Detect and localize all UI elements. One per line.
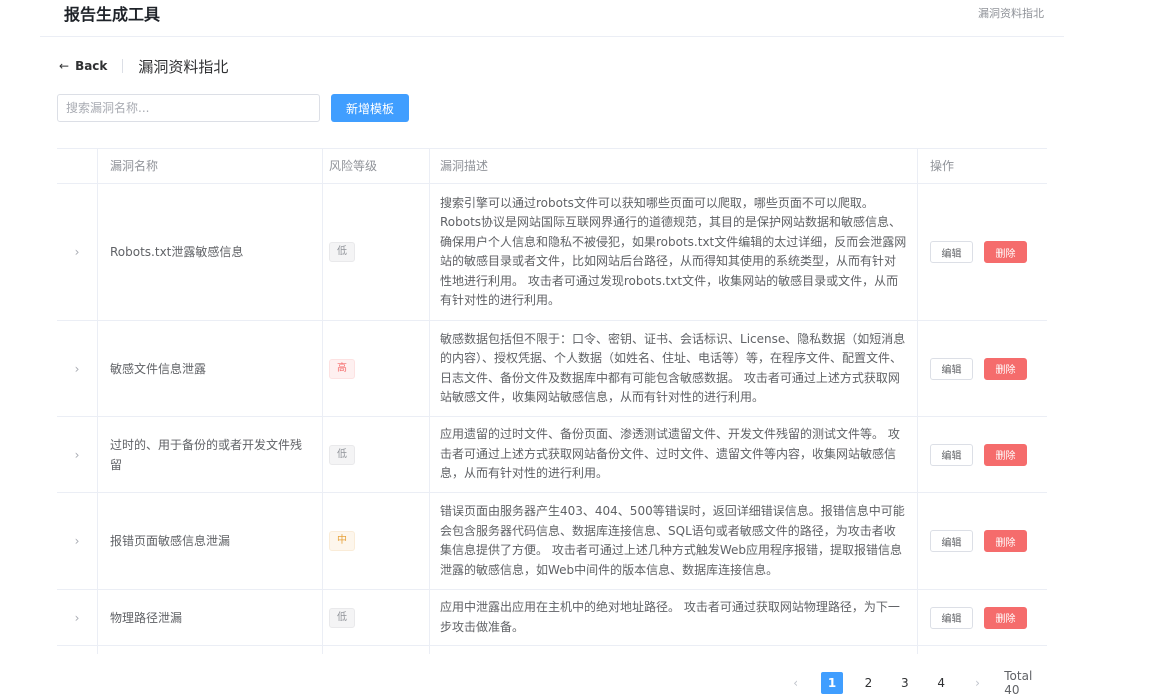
header-divider [122, 59, 124, 73]
table-header: 漏洞名称 风险等级 漏洞描述 操作 [57, 149, 1047, 184]
vuln-name: 过时的、用于备份的或者开发文件残留 [110, 437, 303, 472]
delete-button[interactable]: 删除 [984, 530, 1027, 552]
vuln-desc: 应用中泄露出应用在主机中的绝对地址路径。 攻击者可通过获取网站物理路径，为下一步… [440, 600, 900, 634]
back-label: Back [75, 59, 108, 73]
risk-badge: 中 [329, 531, 355, 551]
page-button-4[interactable]: 4 [931, 672, 952, 694]
vuln-name: Robots.txt泄露敏感信息 [110, 245, 244, 259]
table-row: › 报错页面敏感信息泄漏 中 错误页面由服务器产生403、404、500等错误时… [57, 493, 1047, 590]
risk-badge: 低 [329, 444, 355, 465]
header-risk: 风险等级 [323, 149, 430, 183]
page-button-2[interactable]: 2 [858, 672, 879, 694]
add-template-button[interactable]: 新增模板 [331, 94, 409, 122]
row-stub [57, 646, 98, 654]
delete-button[interactable]: 删除 [984, 443, 1027, 466]
top-breadcrumb[interactable]: 漏洞资料指北 [978, 5, 1044, 21]
page-button-3[interactable]: 3 [894, 672, 915, 694]
row-stub [98, 646, 323, 654]
header-name: 漏洞名称 [98, 149, 323, 183]
table-row: › 物理路径泄漏 低 应用中泄露出应用在主机中的绝对地址路径。 攻击者可通过获取… [57, 590, 1047, 646]
vuln-desc: 敏感数据包括但不限于：口令、密钥、证书、会话标识、License、隐私数据（如短… [440, 331, 906, 405]
vuln-name: 报错页面敏感信息泄漏 [110, 534, 231, 548]
back-button[interactable]: ← Back [59, 59, 107, 73]
expand-chevron-icon[interactable]: › [57, 417, 98, 492]
risk-badge: 高 [329, 358, 355, 379]
header-desc: 漏洞描述 [430, 149, 918, 183]
vuln-desc: 应用遗留的过时文件、备份页面、渗透测试遗留文件、开发文件残留的测试文件等。 攻击… [440, 427, 900, 481]
search-input[interactable] [57, 94, 320, 122]
row-stub [430, 646, 918, 654]
table-row: › 过时的、用于备份的或者开发文件残留 低 应用遗留的过时文件、备份页面、渗透测… [57, 417, 1047, 493]
expand-chevron-icon[interactable]: › [57, 184, 98, 320]
header-expand-col [57, 149, 98, 183]
total-count: Total 40 [1004, 669, 1033, 697]
pagination: ‹ 1 2 3 4 › Total 40 [770, 669, 1050, 697]
top-bar: 报告生成工具 漏洞资料指北 [40, 0, 1064, 37]
page-title: 漏洞资料指北 [138, 57, 229, 76]
table-row: › Robots.txt泄露敏感信息 低 搜索引擎可以通过robots文件可以获… [57, 184, 1047, 321]
expand-chevron-icon[interactable]: › [57, 321, 98, 416]
table-row: › 敏感文件信息泄露 高 敏感数据包括但不限于：口令、密钥、证书、会话标识、Li… [57, 321, 1047, 417]
risk-badge: 低 [329, 607, 355, 628]
row-stub [323, 646, 430, 654]
vuln-table: 漏洞名称 风险等级 漏洞描述 操作 › Robots.txt泄露敏感信息 低 搜… [57, 148, 1047, 654]
delete-button[interactable]: 删除 [984, 241, 1027, 263]
delete-button[interactable]: 删除 [984, 606, 1027, 629]
table-row [57, 646, 1047, 654]
vuln-desc: 搜索引擎可以通过robots文件可以获知哪些页面可以爬取，哪些页面不可以爬取。R… [440, 195, 907, 308]
row-stub [918, 646, 1047, 654]
app-title: 报告生成工具 [64, 5, 161, 24]
prev-page-icon[interactable]: ‹ [785, 672, 806, 694]
edit-button[interactable]: 编辑 [930, 357, 973, 380]
page-header: ← Back 漏洞资料指北 [59, 56, 228, 76]
vuln-desc: 错误页面由服务器产生403、404、500等错误时，返回详细错误信息。报错信息中… [440, 504, 905, 577]
vuln-name: 敏感文件信息泄露 [110, 361, 207, 376]
risk-badge: 低 [329, 242, 355, 262]
edit-button[interactable]: 编辑 [930, 443, 973, 466]
edit-button[interactable]: 编辑 [930, 606, 973, 629]
page-button-1[interactable]: 1 [821, 672, 843, 694]
expand-chevron-icon[interactable]: › [57, 590, 98, 645]
arrow-left-icon: ← [59, 59, 70, 73]
delete-button[interactable]: 删除 [984, 357, 1027, 380]
vuln-name: 物理路径泄漏 [110, 610, 183, 625]
expand-chevron-icon[interactable]: › [57, 493, 98, 589]
next-page-icon[interactable]: › [967, 672, 988, 694]
edit-button[interactable]: 编辑 [930, 241, 973, 263]
header-action: 操作 [930, 159, 955, 173]
edit-button[interactable]: 编辑 [930, 530, 973, 552]
